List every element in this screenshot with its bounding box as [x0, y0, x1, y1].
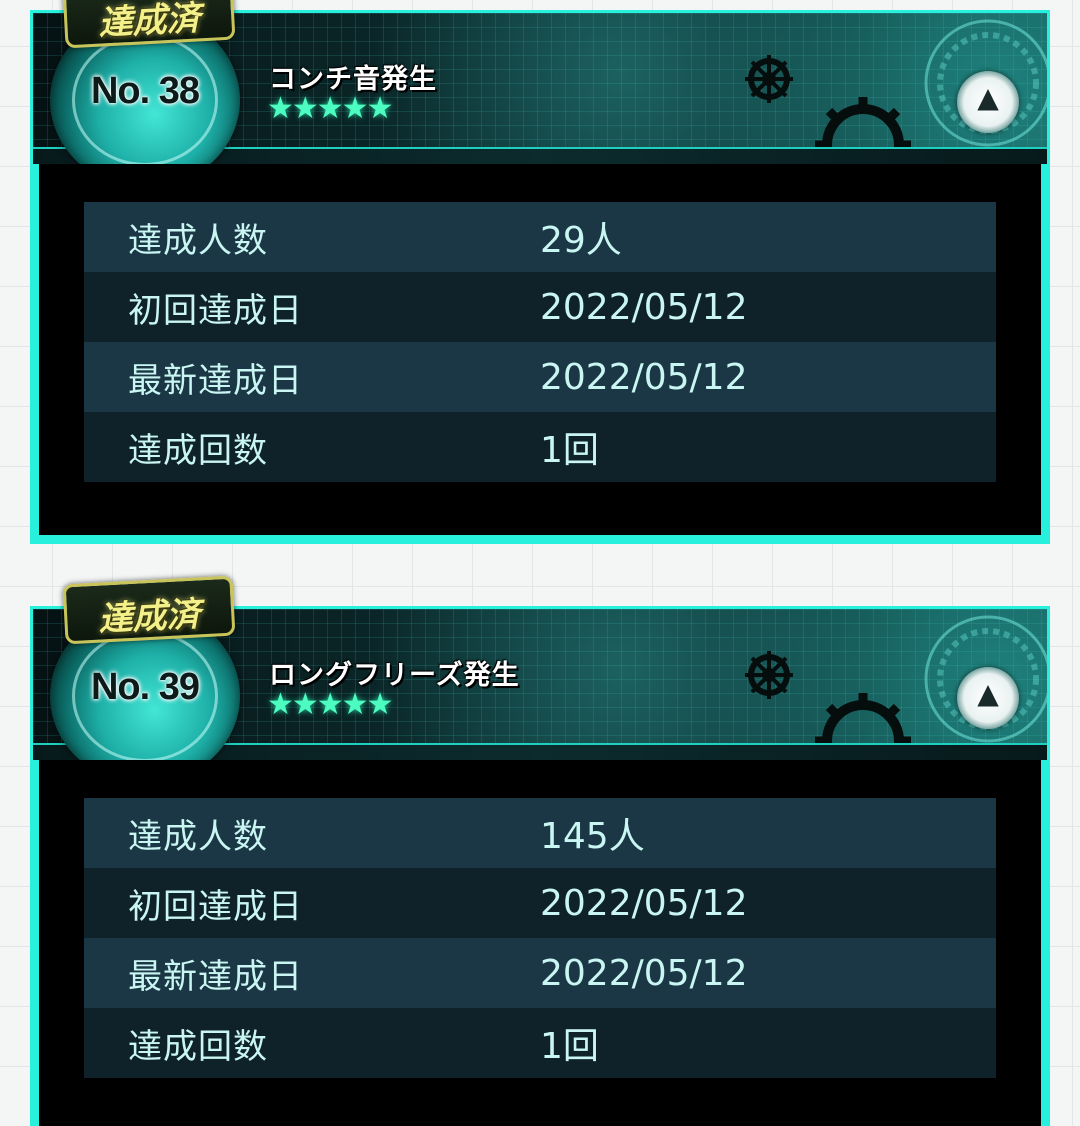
stats-label: 達成回数 — [128, 1026, 268, 1067]
stats-value: 29人 — [540, 220, 622, 261]
achievement-card: ロングフリーズ発生 ★★★★★ ▲ No. 39 達成済 達成人数 145人 初… — [30, 575, 1050, 1126]
collapse-toggle-button[interactable]: ▲ — [957, 667, 1019, 729]
stats-table: 達成人数 145人 初回達成日 2022/05/12 最新達成日 2022/05… — [84, 798, 996, 1078]
stats-label: 最新達成日 — [128, 956, 303, 997]
chevron-up-icon: ▲ — [977, 677, 999, 710]
stats-row: 達成回数 1回 — [84, 412, 996, 482]
completed-badge: 達成済 — [62, 575, 236, 645]
stats-value: 1回 — [540, 1026, 599, 1067]
stats-row: 最新達成日 2022/05/12 — [84, 938, 996, 1008]
stats-row: 達成回数 1回 — [84, 1008, 996, 1078]
card-body: 達成人数 29人 初回達成日 2022/05/12 最新達成日 2022/05/… — [30, 164, 1050, 544]
stats-value: 2022/05/12 — [540, 882, 748, 924]
card-body: 達成人数 145人 初回達成日 2022/05/12 最新達成日 2022/05… — [30, 760, 1050, 1126]
stats-row: 達成人数 145人 — [84, 798, 996, 868]
chevron-up-icon: ▲ — [977, 81, 999, 114]
stats-row: 最新達成日 2022/05/12 — [84, 342, 996, 412]
achievement-card: コンチ音発生 ★★★★★ ▲ No. 38 達成済 達成人数 29人 初回達成日… — [30, 0, 1050, 544]
gear-icon — [745, 651, 793, 699]
completed-badge-label: 達成済 — [97, 594, 202, 640]
stats-row: 初回達成日 2022/05/12 — [84, 868, 996, 938]
completed-badge-label: 達成済 — [97, 0, 202, 44]
stats-label: 初回達成日 — [128, 886, 303, 927]
stats-label: 達成人数 — [128, 220, 268, 261]
stats-row: 達成人数 29人 — [84, 202, 996, 272]
achievement-number: No. 38 — [90, 70, 200, 112]
stats-label: 達成回数 — [128, 430, 268, 471]
stats-value: 2022/05/12 — [540, 952, 748, 994]
star-rating: ★★★★★ — [267, 687, 393, 722]
collapse-toggle-button[interactable]: ▲ — [957, 71, 1019, 133]
stats-table: 達成人数 29人 初回達成日 2022/05/12 最新達成日 2022/05/… — [84, 202, 996, 482]
stats-value: 2022/05/12 — [540, 356, 748, 398]
achievement-number: No. 39 — [90, 666, 200, 708]
gear-icon — [745, 55, 793, 103]
stats-value: 2022/05/12 — [540, 286, 748, 328]
stats-value: 1回 — [540, 430, 599, 471]
stats-value: 145人 — [540, 816, 645, 857]
stats-label: 最新達成日 — [128, 360, 303, 401]
stats-label: 達成人数 — [128, 816, 268, 857]
stats-label: 初回達成日 — [128, 290, 303, 331]
star-rating: ★★★★★ — [267, 91, 393, 126]
stats-row: 初回達成日 2022/05/12 — [84, 272, 996, 342]
